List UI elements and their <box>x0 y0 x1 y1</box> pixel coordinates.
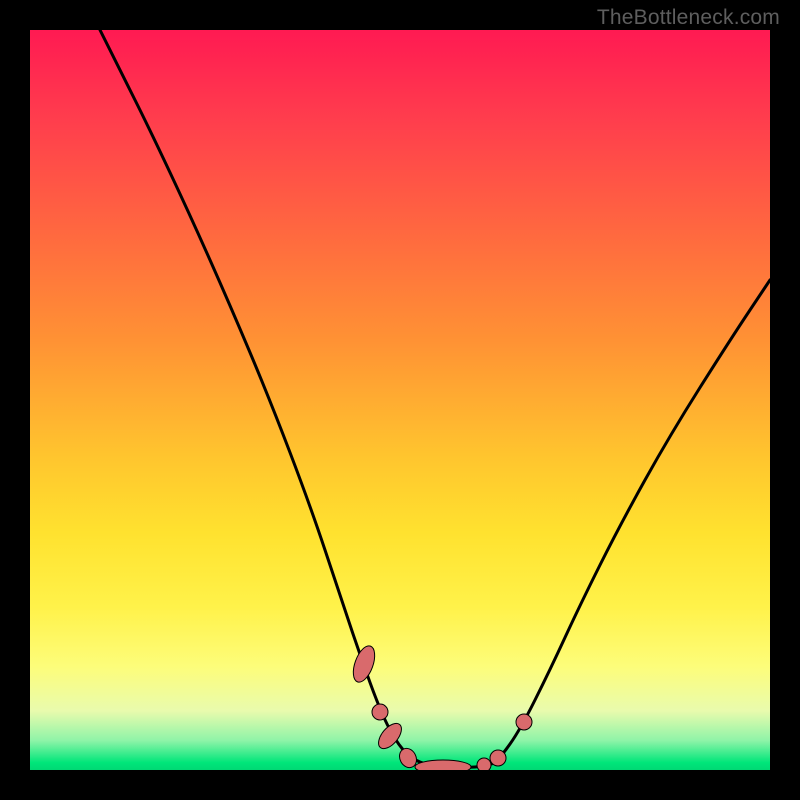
curve-marker <box>415 760 471 770</box>
bottleneck-curve-svg <box>30 30 770 770</box>
curve-marker <box>349 643 379 685</box>
bottleneck-curve <box>100 30 770 768</box>
curve-marker <box>490 750 506 766</box>
curve-marker <box>516 714 532 730</box>
curve-marker <box>477 758 491 770</box>
curve-layer <box>100 30 770 768</box>
plot-area <box>30 30 770 770</box>
chart-frame: TheBottleneck.com <box>0 0 800 800</box>
watermark-text: TheBottleneck.com <box>597 6 780 30</box>
curve-marker <box>372 704 388 720</box>
